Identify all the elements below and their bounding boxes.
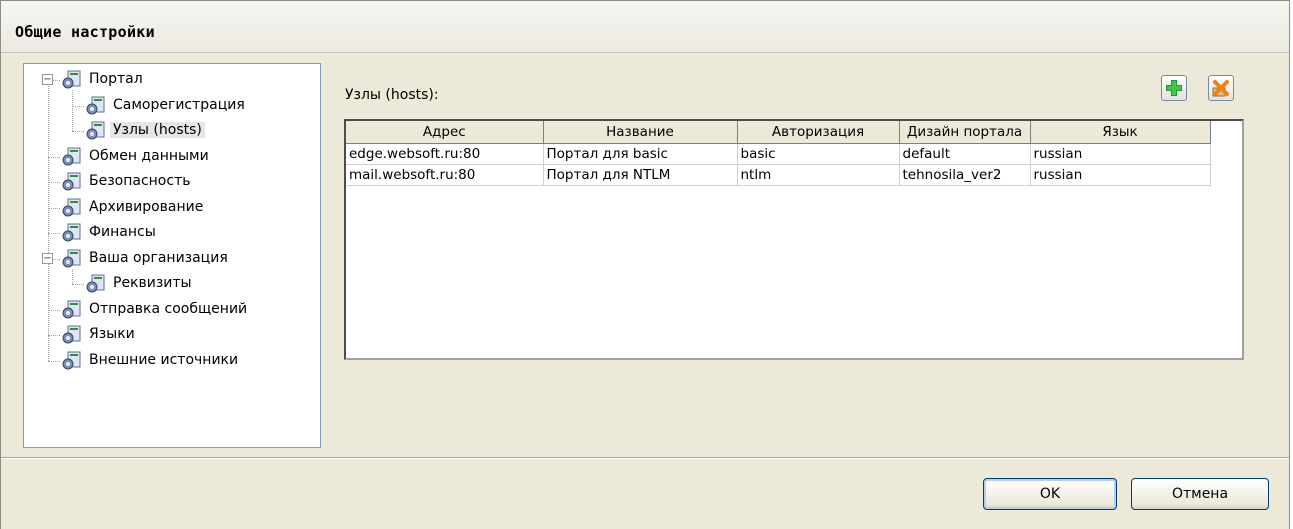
tree-item[interactable]: Портал (60, 68, 146, 90)
tree-item-label: Языки (89, 326, 135, 342)
dialog-title: Общие настройки (15, 23, 155, 41)
tree-item-label: Портал (89, 71, 143, 87)
column-header[interactable]: Название (543, 121, 738, 144)
delete-icon (1212, 80, 1229, 97)
tree-item-label: Узлы (hosts) (110, 122, 205, 138)
cancel-button[interactable]: Отмена (1131, 478, 1269, 510)
add-icon (1166, 80, 1182, 96)
tree-connector (48, 309, 60, 311)
settings-dialog: Общие настройки Портал − Саморегистрация Уз… (0, 0, 1290, 529)
tree-item-label: Реквизиты (113, 275, 192, 291)
tree-item[interactable]: Реквизиты (84, 272, 195, 294)
settings-page-icon (62, 198, 81, 216)
tree-item[interactable]: Узлы (hosts) (84, 119, 205, 141)
tree-item-label: Безопасность (89, 173, 191, 189)
tree-trunk-line (48, 86, 49, 361)
settings-page-icon (62, 249, 81, 267)
add-host-button[interactable] (1161, 75, 1187, 101)
table-cell: russian (1030, 143, 1211, 165)
title-bar: Общие настройки (1, 1, 1289, 53)
delete-host-button[interactable] (1208, 75, 1234, 101)
tree-connector (72, 131, 84, 132)
table-cell: edge.websoft.ru:80 (346, 143, 544, 165)
settings-page-icon (62, 223, 81, 242)
tree-connector (72, 105, 84, 107)
settings-page-icon (62, 300, 81, 318)
settings-page-icon (62, 325, 81, 344)
table-cell: basic (737, 143, 900, 165)
column-header[interactable]: Адрес (346, 121, 544, 144)
hosts-label: Узлы (hosts): (345, 87, 439, 103)
tree-item-label: Внешние источники (89, 351, 239, 368)
tree-item-label: Архивирование (89, 198, 204, 215)
tree-connector (72, 284, 84, 285)
tree-item[interactable]: Безопасность (60, 170, 193, 192)
settings-page-icon (86, 96, 105, 114)
settings-page-icon (86, 121, 105, 140)
tree-item[interactable]: Отправка сообщений (60, 298, 250, 320)
hosts-grid[interactable]: Адрес Название Авторизация Дизайн портала Яз… (344, 119, 1244, 360)
settings-page-icon (62, 147, 81, 165)
tree-item[interactable]: Архивирование (60, 196, 206, 218)
table-cell: ntlm (737, 164, 900, 186)
column-header[interactable]: Авторизация (737, 121, 900, 144)
tree-item-label: Отправка сообщений (89, 300, 248, 317)
table-cell: default (899, 143, 1031, 165)
tree-item-label: Обмен данными (89, 147, 209, 164)
tree-item-label: Саморегистрация (113, 96, 245, 113)
tree-trunk-line (72, 90, 73, 131)
settings-page-icon (62, 70, 81, 89)
table-row[interactable]: mail.websoft.ru:80 Портал для NTLM ntlm teh… (346, 164, 1211, 186)
ok-button[interactable]: OK (983, 478, 1117, 510)
collapse-toggle-icon[interactable]: − (42, 252, 53, 264)
tree-item[interactable]: Финансы (60, 221, 159, 243)
tree-item[interactable]: Внешние источники (60, 349, 241, 371)
settings-page-icon (62, 351, 81, 369)
tree-item-label: Финансы (89, 224, 156, 240)
table-row[interactable]: edge.websoft.ru:80 Портал для basic basic d… (346, 143, 1211, 165)
tree-item[interactable]: Саморегистрация (84, 94, 248, 116)
table-cell: Портал для NTLM (543, 164, 738, 186)
table-cell: Портал для basic (543, 143, 738, 165)
column-header[interactable]: Язык (1030, 121, 1211, 144)
tree-connector (48, 233, 60, 234)
tree-connector (48, 182, 60, 183)
tree-connector (48, 360, 60, 362)
tree-connector (48, 335, 60, 336)
table-cell: tehnosila_ver2 (899, 164, 1031, 186)
column-header[interactable]: Дизайн портала (899, 121, 1031, 144)
table-cell: mail.websoft.ru:80 (346, 164, 544, 186)
tree-item[interactable]: Языки (60, 323, 138, 345)
collapse-toggle-icon[interactable]: − (42, 74, 53, 85)
tree-trunk-line (72, 268, 73, 284)
footer-separator (1, 457, 1289, 459)
settings-page-icon (86, 274, 105, 293)
settings-tree[interactable]: Портал − Саморегистрация Узлы (hosts) Обмен … (23, 63, 321, 448)
tree-connector (48, 207, 60, 209)
tree-item[interactable]: Ваша организация (60, 247, 231, 269)
tree-connector (48, 156, 60, 158)
tree-item-label: Ваша организация (89, 249, 228, 266)
table-cell: russian (1030, 164, 1211, 186)
settings-page-icon (62, 172, 81, 191)
tree-item[interactable]: Обмен данными (60, 145, 212, 167)
